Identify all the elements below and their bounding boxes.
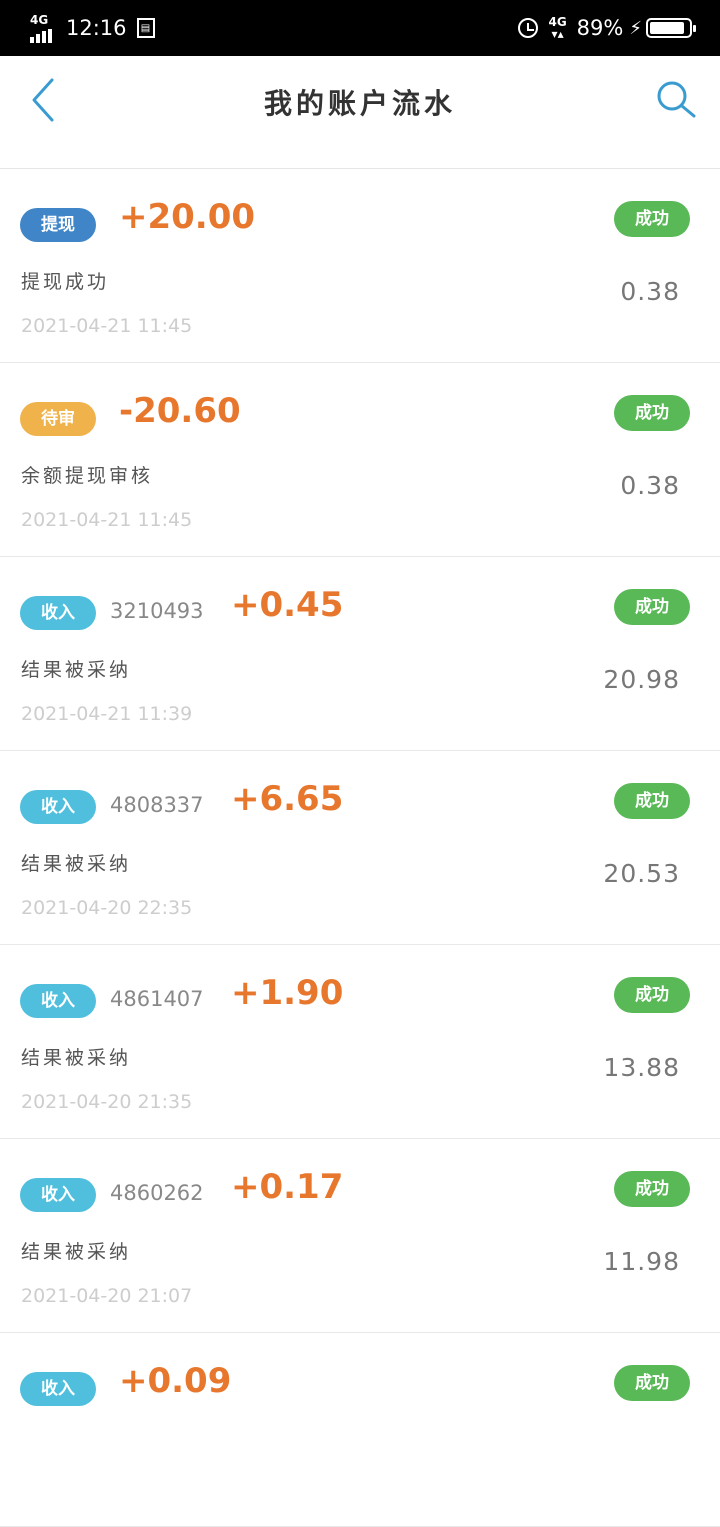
transaction-description: 提现成功 [21,271,110,293]
transaction-amount: -20.60 [119,391,241,431]
transaction-time: 2021-04-21 11:45 [21,315,193,337]
transaction-row[interactable]: 收入 3210493 +0.45 成功结果被采纳 2021-04-21 11:39 20.… [0,557,720,751]
transaction-type-tag: 收入 [20,984,96,1018]
battery-icon [646,18,696,38]
transaction-time: 2021-04-20 22:35 [21,897,193,919]
transaction-time: 2021-04-21 11:39 [21,703,193,725]
balance-after: 0.38 [620,277,680,306]
transaction-row[interactable]: 提现 +20.00 成功提现成功 2021-04-21 11:45 0.38 [0,169,720,363]
transaction-description: 结果被采纳 [21,659,132,681]
transaction-description: 结果被采纳 [21,853,132,875]
transaction-time: 2021-04-20 21:07 [21,1285,193,1307]
sim-card-icon: ▤ [136,18,155,38]
transaction-type-tag: 收入 [20,596,96,630]
status-badge: 成功 [614,1365,690,1401]
balance-after: 20.98 [603,665,680,694]
transaction-row[interactable]: 收入 4860262 +0.17 成功结果被采纳 2021-04-20 21:07 11.… [0,1139,720,1333]
transaction-time: 2021-04-20 21:35 [21,1091,193,1113]
app-header: 我的账户流水 [0,56,720,169]
battery-percent: 89% [576,16,624,40]
transaction-description: 结果被采纳 [21,1047,132,1069]
status-bar-right: 4G ▾▴ 89% ⚡ [518,10,696,46]
transaction-description: 结果被采纳 [21,1241,132,1263]
signal-icon: 4G [30,13,56,43]
balance-after: 13.88 [603,1053,680,1082]
transaction-amount: +0.45 [231,585,344,625]
alarm-clock-icon [518,18,539,38]
transaction-list: 提现 +20.00 成功 提现成功 2021-04-21 11:45 0.38 待审 -20.… [0,169,720,1527]
status-badge: 成功 [614,395,690,431]
status-bar: 4G 12:16 ▤ 4G ▾▴ 89% ⚡ [0,0,720,56]
balance-after: 11.98 [603,1247,680,1276]
battery-fill [650,22,684,34]
order-number: 4861407 [110,987,204,1011]
status-badge: 成功 [614,1171,690,1207]
balance-after: 20.53 [603,859,680,888]
transaction-type-tag: 收入 [20,1372,96,1406]
transaction-type-tag: 收入 [20,790,96,824]
status-badge: 成功 [614,977,690,1013]
transaction-type-tag: 待审 [20,402,96,436]
transaction-amount: +1.90 [231,973,344,1013]
transaction-row[interactable]: 待审 -20.60 成功余额提现审核 2021-04-21 11:45 0.38 [0,363,720,557]
status-badge: 成功 [614,783,690,819]
search-button[interactable] [652,76,700,124]
status-badge: 成功 [614,201,690,237]
page-title: 我的账户流水 [263,87,456,120]
transaction-amount: +0.09 [119,1361,232,1401]
order-number: 4860262 [110,1181,204,1205]
transaction-row[interactable]: 收入 4861407 +1.90 成功结果被采纳 2021-04-20 21:35 13.… [0,945,720,1139]
charging-bolt-icon: ⚡ [629,17,642,39]
transaction-amount: +0.17 [231,1167,344,1207]
transaction-amount: +20.00 [119,197,256,237]
transaction-row[interactable]: 收入 4808337 +6.65 成功结果被采纳 2021-04-20 22:35 20.… [0,751,720,945]
transaction-type-tag: 收入 [20,1178,96,1212]
status-badge: 成功 [614,589,690,625]
mobile-data-icon: 4G ▾▴ [548,15,567,41]
transaction-time: 2021-04-21 11:45 [21,509,193,531]
transaction-description: 余额提现审核 [21,465,154,487]
order-number: 3210493 [110,599,204,623]
search-icon [657,81,696,118]
order-number: 4808337 [110,793,204,817]
clock: 12:16 [66,16,127,40]
balance-after: 0.38 [620,471,680,500]
transaction-amount: +6.65 [231,779,344,819]
network2-label: 4G [548,15,567,29]
transaction-row[interactable]: 收入 +0.09 成功 [0,1333,720,1527]
network-label: 4G [30,13,49,27]
status-bar-left: 4G 12:16 ▤ [30,10,155,46]
transaction-type-tag: 提现 [20,208,96,242]
